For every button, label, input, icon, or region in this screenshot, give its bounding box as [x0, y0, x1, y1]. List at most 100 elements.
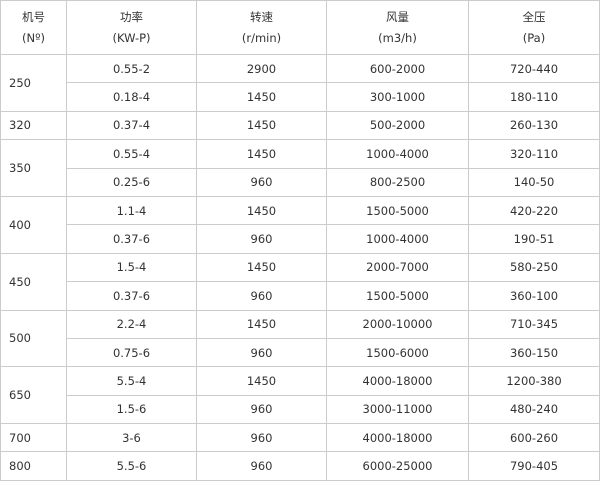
table-row: 800 5.5-6 960 6000-25000 790-405	[0, 451, 600, 481]
speed-cell: 1450	[196, 139, 327, 169]
flow-cell: 6000-25000	[326, 451, 469, 481]
pressure-cell: 1200-380	[468, 366, 600, 396]
table-row: 1.5-6 960 3000-11000 480-240	[1, 394, 600, 425]
speed-cell: 960	[196, 224, 327, 254]
power-cell: 0.55-2	[66, 53, 197, 84]
table-row: 0.25-6 960 800-2500 140-50	[1, 167, 600, 197]
flow-cell: 1000-4000	[326, 224, 469, 254]
speed-cell: 1450	[196, 309, 327, 339]
power-cell: 0.75-6	[66, 337, 197, 368]
pressure-cell: 180-110	[468, 82, 600, 112]
table-row: 250 0.55-2 2900 600-2000 720-440	[0, 53, 600, 112]
header-speed-unit: (r/min)	[241, 30, 282, 45]
model-number-cell: 400	[0, 195, 67, 254]
header-power-unit: (KW-P)	[112, 30, 151, 45]
header-pressure-unit: (Pa)	[522, 30, 546, 45]
speed-cell: 960	[196, 423, 327, 453]
pressure-cell: 420-220	[468, 195, 600, 226]
table-row: 0.18-4 1450 300-1000 180-110	[1, 82, 600, 112]
pressure-cell: 360-100	[468, 281, 600, 311]
flow-cell: 300-1000	[326, 82, 469, 112]
power-cell: 3-6	[66, 423, 197, 453]
model-number-cell: 700	[0, 423, 67, 453]
speed-cell: 1450	[196, 110, 327, 141]
power-cell: 1.5-4	[66, 252, 197, 283]
model-number-cell: 320	[0, 110, 67, 141]
flow-cell: 800-2500	[326, 167, 469, 197]
power-cell: 0.37-4	[66, 110, 197, 141]
pressure-cell: 580-250	[468, 252, 600, 283]
table-row: 350 0.55-4 1450 1000-4000 320-110	[0, 139, 600, 197]
model-number-cell: 350	[0, 139, 67, 197]
table-row: 320 0.37-4 1450 500-2000 260-130	[0, 110, 600, 141]
power-cell: 2.2-4	[66, 309, 197, 339]
power-cell: 0.55-4	[66, 139, 197, 169]
flow-cell: 2000-7000	[326, 252, 469, 283]
flow-cell: 600-2000	[326, 53, 469, 84]
table-row: 0.75-6 960 1500-6000 360-150	[1, 337, 600, 368]
header-pressure-name: 全压	[522, 9, 546, 24]
header-power: 功率 (KW-P)	[66, 0, 197, 55]
table-body: 250 0.55-2 2900 600-2000 720-440 0.18-4 1450 30…	[0, 53, 600, 481]
flow-cell: 3000-11000	[326, 394, 469, 425]
header-power-name: 功率	[120, 9, 143, 24]
table-row: 0.37-6 960 1000-4000 190-51	[1, 224, 600, 254]
pressure-cell: 720-440	[468, 53, 600, 84]
header-row: 机号 (Nº) 功率 (KW-P) 转速 (r/min) 风量 (m3/h) 全…	[0, 0, 600, 55]
power-cell: 1.5-6	[66, 394, 197, 425]
speed-cell: 960	[196, 337, 327, 368]
model-number-cell: 500	[0, 309, 67, 368]
speed-cell: 960	[196, 167, 327, 197]
pressure-cell: 140-50	[468, 167, 600, 197]
model-number-cell: 250	[0, 54, 67, 112]
speed-cell: 1450	[196, 195, 327, 226]
speed-cell: 2900	[196, 53, 327, 84]
speed-cell: 960	[196, 394, 327, 425]
header-speed-name: 转速	[250, 9, 273, 24]
power-cell: 0.18-4	[66, 82, 197, 112]
fan-spec-table: 机号 (Nº) 功率 (KW-P) 转速 (r/min) 风量 (m3/h) 全…	[0, 0, 600, 481]
header-flow-name: 风量	[386, 9, 409, 24]
speed-cell: 960	[196, 451, 327, 481]
header-model: 机号 (Nº)	[0, 0, 67, 55]
table-row: 650 5.5-4 1450 4000-18000 1200-380	[0, 366, 600, 425]
flow-cell: 2000-10000	[326, 309, 469, 339]
speed-cell: 1450	[196, 252, 327, 283]
model-number-cell: 800	[0, 451, 67, 481]
header-pressure: 全压 (Pa)	[468, 0, 600, 55]
power-cell: 0.37-6	[66, 281, 197, 311]
power-cell: 5.5-6	[66, 451, 197, 481]
speed-cell: 1450	[196, 82, 327, 112]
pressure-cell: 320-110	[468, 139, 600, 169]
pressure-cell: 260-130	[468, 110, 600, 141]
pressure-cell: 600-260	[468, 423, 600, 453]
power-cell: 1.1-4	[66, 195, 197, 226]
power-cell: 0.25-6	[66, 167, 197, 197]
speed-cell: 1450	[196, 366, 327, 396]
flow-cell: 4000-18000	[326, 423, 469, 453]
table-row: 700 3-6 960 4000-18000 600-260	[0, 423, 600, 453]
pressure-cell: 710-345	[468, 309, 600, 339]
flow-cell: 1000-4000	[326, 139, 469, 169]
header-flow: 风量 (m3/h)	[326, 0, 469, 55]
flow-cell: 500-2000	[326, 110, 469, 141]
model-number-cell: 450	[0, 252, 67, 311]
pressure-cell: 190-51	[468, 224, 600, 254]
pressure-cell: 360-150	[468, 337, 600, 368]
table-row: 400 1.1-4 1450 1500-5000 420-220	[0, 195, 600, 254]
table-row: 0.37-6 960 1500-5000 360-100	[1, 281, 600, 311]
header-model-unit: (Nº)	[22, 30, 45, 45]
table-row: 500 2.2-4 1450 2000-10000 710-345	[0, 309, 600, 368]
pressure-cell: 790-405	[468, 451, 600, 481]
header-model-name: 机号	[22, 9, 45, 24]
flow-cell: 4000-18000	[326, 366, 469, 396]
model-number-cell: 650	[0, 366, 67, 425]
flow-cell: 1500-6000	[326, 337, 469, 368]
pressure-cell: 480-240	[468, 394, 600, 425]
power-cell: 5.5-4	[66, 366, 197, 396]
speed-cell: 960	[196, 281, 327, 311]
flow-cell: 1500-5000	[326, 281, 469, 311]
table-row: 450 1.5-4 1450 2000-7000 580-250	[0, 252, 600, 311]
header-speed: 转速 (r/min)	[196, 0, 327, 55]
power-cell: 0.37-6	[66, 224, 197, 254]
